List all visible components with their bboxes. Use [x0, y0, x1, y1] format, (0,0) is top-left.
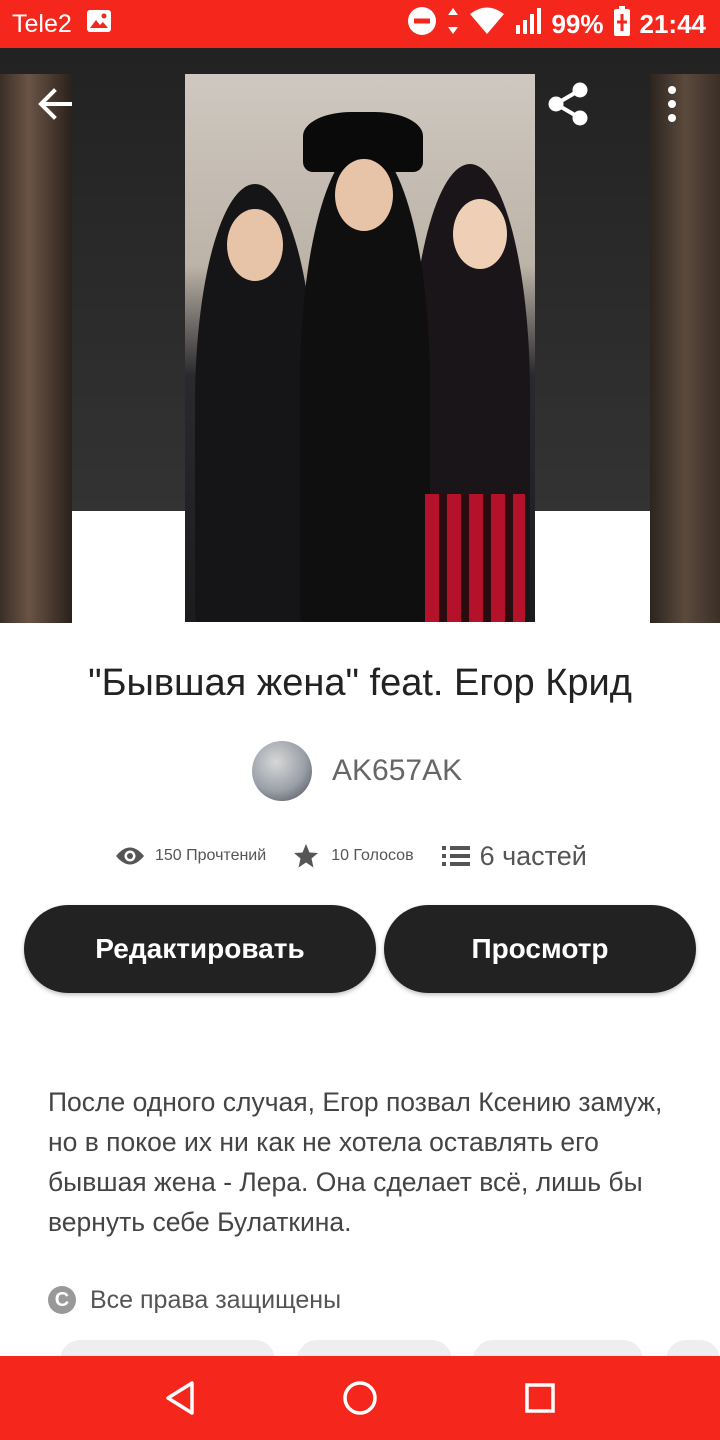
- signal-icon: [515, 7, 542, 42]
- cover-face-center: [335, 159, 393, 231]
- avatar[interactable]: [252, 741, 312, 801]
- nav-home-button[interactable]: [338, 1376, 382, 1420]
- story-stats: 150 Прочтений 10 Голосов 6 частей: [115, 836, 587, 876]
- carrier-label: Tele2: [12, 9, 72, 38]
- triangle-back-icon: [166, 1381, 194, 1415]
- copyright-row: C Все права защищены: [48, 1280, 341, 1320]
- share-button[interactable]: [542, 78, 594, 130]
- star-icon: [294, 844, 319, 868]
- parts-count: 6 частей: [479, 840, 587, 871]
- do-not-disturb-icon: [407, 6, 437, 43]
- share-icon: [548, 82, 588, 126]
- previous-cover[interactable]: [0, 74, 72, 623]
- story-description: После одного случая, Егор позвал Ксению …: [48, 1087, 663, 1237]
- cover-plaid-skirt: [425, 494, 525, 622]
- battery-percent: 99%: [551, 8, 604, 39]
- reads-count: 150 Прочтений: [155, 847, 267, 864]
- copyright-icon: C: [48, 1286, 76, 1314]
- square-recents-icon: [525, 1383, 555, 1413]
- edit-button[interactable]: Редактировать: [24, 905, 376, 993]
- parts-stat: 6 частей: [441, 840, 587, 872]
- status-bar: Tele2 99% 21:44: [0, 0, 720, 48]
- data-arrows-icon: [447, 7, 459, 42]
- back-button[interactable]: [34, 82, 78, 126]
- more-options-button[interactable]: [660, 82, 684, 126]
- more-vertical-icon: [668, 86, 676, 122]
- reads-stat: 150 Прочтений: [115, 845, 266, 867]
- image-notification-icon: [86, 9, 112, 40]
- nav-back-button[interactable]: [158, 1376, 202, 1420]
- view-button[interactable]: Просмотр: [384, 905, 696, 993]
- votes-count: 10 Голосов: [331, 847, 414, 864]
- eye-icon: [116, 847, 144, 865]
- author-row[interactable]: AK657AK: [252, 740, 462, 802]
- arrow-left-icon: [38, 88, 72, 120]
- system-nav-bar: [0, 1356, 720, 1440]
- votes-stat: 10 Голосов: [293, 843, 414, 869]
- cover-face-left: [227, 209, 283, 281]
- cover-carousel[interactable]: [0, 48, 720, 623]
- story-cover-image[interactable]: [185, 74, 535, 622]
- copyright-label: Все права защищены: [90, 1285, 342, 1314]
- author-name[interactable]: AK657AK: [332, 754, 462, 788]
- story-title: "Бывшая жена" feat. Егор Крид: [88, 662, 632, 704]
- nav-recents-button[interactable]: [518, 1376, 562, 1420]
- next-cover[interactable]: [650, 74, 720, 623]
- circle-home-icon: [343, 1381, 377, 1415]
- battery-charging-icon: [613, 5, 630, 43]
- clock: 21:44: [639, 8, 707, 39]
- cover-face-right: [453, 199, 507, 269]
- wifi-icon: [469, 7, 505, 42]
- list-icon: [441, 846, 470, 866]
